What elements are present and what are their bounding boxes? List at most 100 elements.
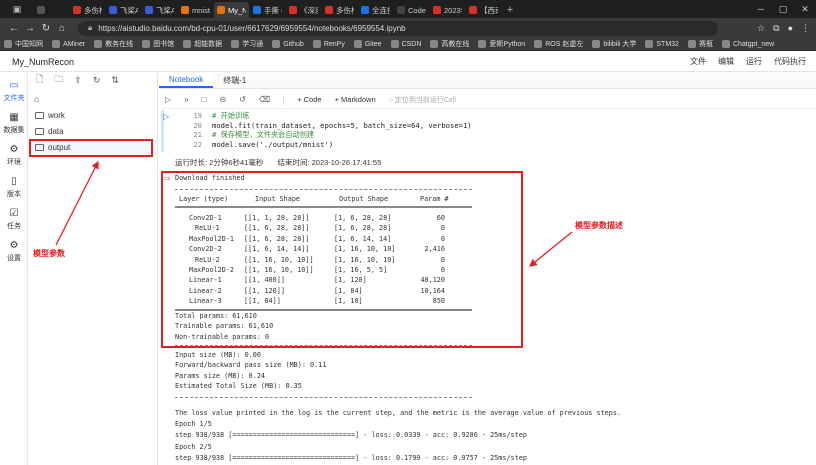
activity-item[interactable]: ☑ 任务 <box>0 207 28 231</box>
run-all-icon[interactable]: » <box>184 95 188 104</box>
activity-item[interactable]: ⚙ 环境 <box>0 143 28 167</box>
bookmark-item[interactable]: 超能数据 <box>183 39 222 49</box>
right-annotation-label: 模型参数描述 <box>575 221 623 230</box>
minimize-icon[interactable]: ─ <box>750 0 772 18</box>
app-menu-item[interactable]: 编辑 <box>718 56 734 67</box>
browser-tab[interactable]: 《深度 <box>286 2 321 18</box>
address-actions: ☆ ⧉ ● ⋮ <box>757 23 810 34</box>
activity-item[interactable]: ▯ 版本 <box>0 175 28 199</box>
output-folder-highlight <box>29 139 153 157</box>
tab-title: CodeIn <box>408 5 426 15</box>
bookmark-item[interactable]: 教务在线 <box>94 39 133 49</box>
window-menu-icon[interactable]: ▣ <box>0 0 34 18</box>
clear-icon[interactable]: ⌫ <box>259 95 270 104</box>
close-window-icon[interactable]: ✕ <box>794 0 816 18</box>
browser-tab[interactable]: 飞桨AI <box>142 2 177 18</box>
restart-icon[interactable]: ↺ <box>239 95 246 104</box>
bookmark-item[interactable]: STM32 <box>645 40 679 48</box>
browser-tab[interactable]: 多伤桥 <box>70 2 105 18</box>
line-number: 21 <box>193 130 202 140</box>
upload-icon[interactable]: ⇪ <box>74 75 82 86</box>
code-cell[interactable]: 19 # 开始训练 20 model.fit(train_dataset, epoch… <box>176 111 472 150</box>
home-icon[interactable]: ⌂ <box>54 23 70 34</box>
address-bar-row: ← → ↻ ⌂ 🔒︎ https://aistudio.baidu.com/bd… <box>0 18 816 38</box>
browser-tab[interactable]: 【西南 <box>466 2 501 18</box>
browser-tab[interactable]: CodeIn <box>394 2 429 18</box>
bookmark-item[interactable]: AMiner <box>52 40 85 48</box>
code-line: 20 model.fit(train_dataset, epochs=5, bat… <box>176 121 471 131</box>
home-folder-icon[interactable]: ⌂ <box>28 91 157 107</box>
app-menu-item[interactable]: 运行 <box>746 56 762 67</box>
forward-icon[interactable]: → <box>22 23 38 34</box>
app-menu-item[interactable]: 代码执行 <box>774 56 806 67</box>
url-input[interactable]: 🔒︎ https://aistudio.baidu.com/bd-cpu-01/… <box>78 20 718 36</box>
bookmark-item[interactable]: ROS 赵虚左 <box>534 39 583 49</box>
browser-tab[interactable]: 飞桨AI <box>106 2 141 18</box>
activity-label: 环境 <box>7 159 21 166</box>
file-row[interactable]: work <box>28 107 157 123</box>
log-line: The loss value printed in the log is the… <box>175 409 622 417</box>
bookmark-item[interactable]: RenPy <box>312 40 345 48</box>
star-icon[interactable]: ☆ <box>757 23 765 34</box>
activity-item[interactable]: ⚙ 设置 <box>0 239 28 263</box>
sort-icon[interactable]: ⇅ <box>111 75 119 86</box>
bookmark-item[interactable]: 赛瓶 <box>687 39 713 49</box>
bookmark-icon <box>312 40 321 48</box>
activity-item[interactable]: ▭ 文件夹 <box>0 79 28 103</box>
bookmark-item[interactable]: bilibili 大学 <box>592 39 636 49</box>
tab-title: mnist <box>192 5 210 15</box>
activity-label: 任务 <box>7 223 21 230</box>
activity-item[interactable]: ▦ 数据集 <box>0 111 28 135</box>
bookmark-item[interactable]: 中国知网 <box>4 39 43 49</box>
bookmark-item[interactable]: CSDN <box>390 40 421 48</box>
bookmark-item[interactable]: 图书馆 <box>142 39 174 49</box>
bookmark-item[interactable]: Chatgpt_new <box>721 40 774 48</box>
app-menu-item[interactable]: 文件 <box>690 56 706 67</box>
new-folder-icon[interactable]: 🗀︎ <box>54 72 63 88</box>
bookmark-item[interactable]: 学习通 <box>231 39 263 49</box>
file-row[interactable]: data <box>28 123 157 139</box>
profile-icon[interactable]: ● <box>788 23 793 34</box>
browser-tab[interactable] <box>34 2 69 18</box>
log-line: step 938/938 [==========================… <box>175 453 527 462</box>
browser-tab[interactable]: 全连接 <box>358 2 393 18</box>
more-icon[interactable]: ⋮ <box>801 23 810 34</box>
bookmark-item[interactable]: 高教在线 <box>430 39 469 49</box>
maximize-icon[interactable]: ▢ <box>772 0 794 18</box>
file-name: work <box>48 110 65 120</box>
add-code-button[interactable]: + Code <box>297 95 321 104</box>
editor-tab[interactable]: 终端-1 <box>213 72 256 88</box>
browser-tab[interactable]: 多伤桥 <box>322 2 357 18</box>
bookmarks-bar: 中国知网 AMiner 教务在线 图书馆 超能数据 学习通 Github RenPy Gitee… <box>0 38 816 51</box>
bookmark-item[interactable]: 爱斯Python <box>478 39 525 49</box>
editor-tabs: Notebook 终端-1 <box>159 72 816 89</box>
extensions-icon[interactable]: ⧉ <box>773 23 779 34</box>
refresh-icon[interactable]: ↻ <box>93 75 101 86</box>
locate-running-cell-button[interactable]: ○ 定位到当前运行Cell <box>389 95 456 105</box>
browser-tab[interactable]: My_Nu <box>214 2 249 18</box>
browser-tab[interactable]: 2023年 <box>430 2 465 18</box>
editor-tab[interactable]: Notebook <box>159 72 214 88</box>
new-tab-icon[interactable]: + <box>502 2 518 18</box>
code-text: # 开始训练 <box>212 111 250 120</box>
interrupt-icon[interactable]: ⊝ <box>219 95 226 104</box>
code-line: 22 model.save('./output/mnist') <box>176 140 472 150</box>
stop-icon[interactable]: □ <box>202 95 207 104</box>
run-icon[interactable]: ▷ <box>165 95 171 104</box>
browser-tab[interactable]: mnist <box>178 2 213 18</box>
right-annotation-arrow <box>528 231 573 267</box>
app-menu: 文件 编辑 运行 代码执行 <box>690 56 816 67</box>
new-file-icon[interactable]: 🗋︎ <box>36 72 43 88</box>
browser-tab[interactable]: 手撕 CN <box>250 2 285 18</box>
cell-run-icon[interactable]: ▷ <box>163 112 169 121</box>
reload-icon[interactable]: ↻ <box>38 23 54 34</box>
file-toolbar: 🗋︎ 🗀︎ ⇪ ↻ ⇅ <box>28 73 157 87</box>
bookmark-item[interactable]: Github <box>272 40 304 48</box>
tab-favicon-icon <box>109 6 117 14</box>
bookmark-item[interactable]: Gitee <box>353 40 382 48</box>
bookmark-label: 高教在线 <box>441 41 470 48</box>
add-markdown-button[interactable]: + Markdown <box>335 95 376 104</box>
bookmark-icon <box>390 40 399 48</box>
tab-title: 多伤桥 <box>84 5 102 15</box>
back-icon[interactable]: ← <box>6 23 22 34</box>
